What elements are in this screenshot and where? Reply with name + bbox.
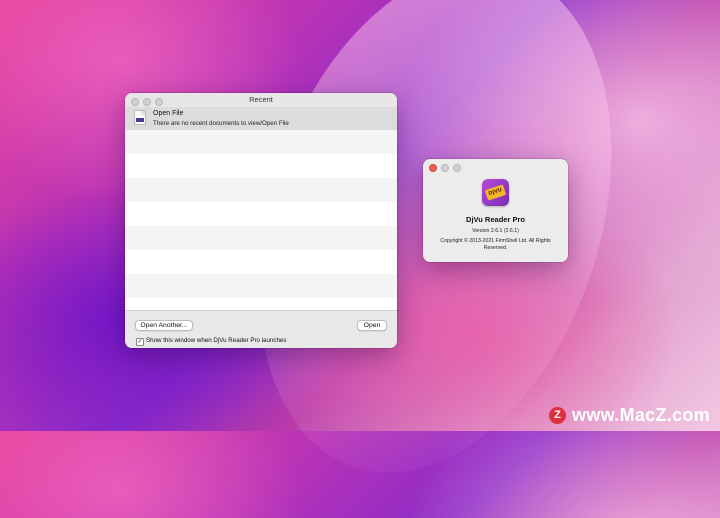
- minimize-button[interactable]: [441, 164, 449, 172]
- list-item-subtitle: There are no recent documents to view/Op…: [153, 120, 289, 127]
- recent-footer: Open Another... Open ✓ Show this window …: [125, 310, 397, 348]
- recent-documents-list[interactable]: Open File There are no recent documents …: [125, 107, 397, 311]
- minimize-button[interactable]: [143, 98, 151, 106]
- empty-row: [125, 226, 397, 250]
- empty-row: [125, 274, 397, 298]
- watermark-logo-icon: Z: [549, 407, 567, 424]
- watermark: Z www.MacZ.com: [549, 405, 710, 426]
- close-button[interactable]: [131, 98, 139, 106]
- djvu-file-icon: [134, 110, 146, 125]
- list-item[interactable]: Open File There are no recent documents …: [125, 107, 397, 130]
- window-controls: [131, 98, 163, 106]
- show-on-launch-checkbox[interactable]: ✓: [136, 338, 144, 346]
- window-title: Recent: [249, 95, 273, 104]
- empty-row: [125, 130, 397, 154]
- empty-row: [125, 250, 397, 274]
- about-window: DJVU DjVu Reader Pro Version 2.6.1 (2.6.…: [423, 159, 568, 262]
- recent-titlebar[interactable]: Recent: [125, 93, 397, 108]
- app-name: DjVu Reader Pro: [466, 215, 525, 224]
- recent-window: Recent Open File There are no recent doc…: [125, 93, 397, 348]
- open-another-button[interactable]: Open Another...: [135, 320, 193, 331]
- open-button[interactable]: Open: [357, 320, 387, 331]
- empty-row: [125, 154, 397, 178]
- app-version: Version 2.6.1 (2.6.1): [472, 228, 519, 234]
- zoom-button[interactable]: [155, 98, 163, 106]
- show-on-launch-label: Show this window when DjVu Reader Pro la…: [146, 337, 287, 344]
- empty-row: [125, 202, 397, 226]
- djvu-reader-app-icon: DJVU: [482, 179, 509, 206]
- empty-row: [125, 178, 397, 202]
- app-copyright: Copyright © 2013-2021 FirmShell Ltd. All…: [440, 238, 551, 251]
- zoom-button[interactable]: [453, 164, 461, 172]
- icon-tag-text: DJVU: [484, 184, 507, 201]
- window-controls: [429, 164, 461, 172]
- watermark-text: www.MacZ.com: [572, 405, 710, 425]
- close-button[interactable]: [429, 164, 437, 172]
- list-item-title: Open File: [153, 110, 184, 117]
